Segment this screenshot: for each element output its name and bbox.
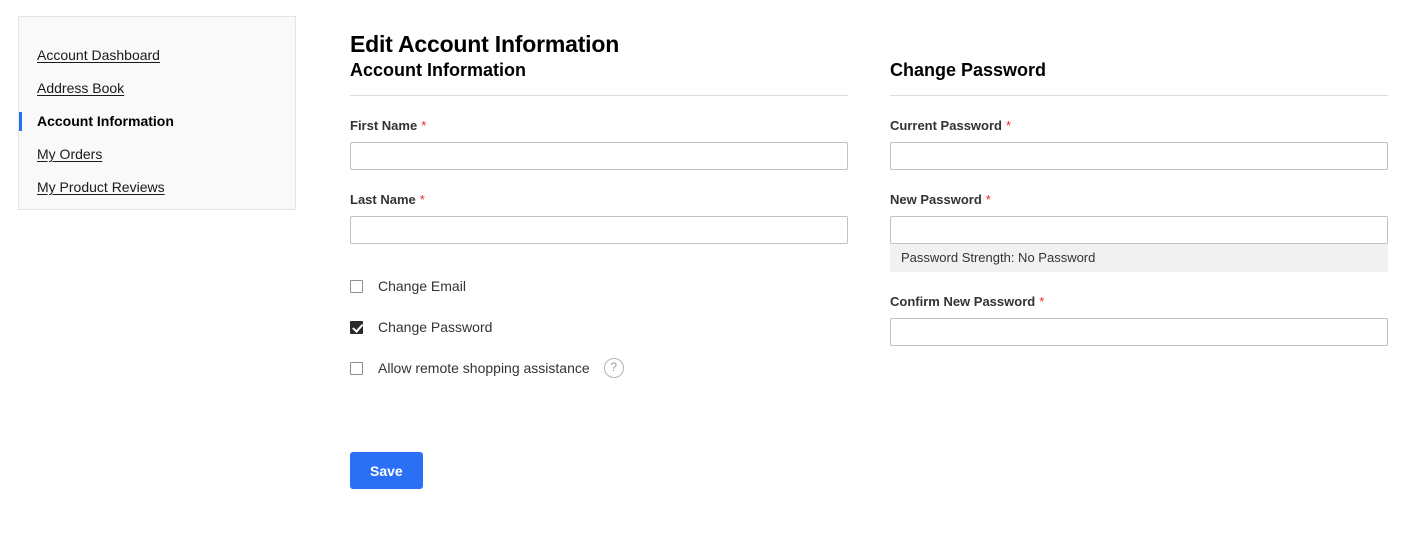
sidebar-item-my-product-reviews[interactable]: My Product Reviews bbox=[19, 171, 295, 204]
checkbox-row-change-password[interactable]: Change Password bbox=[350, 313, 848, 341]
current-password-label-text: Current Password bbox=[890, 118, 1002, 133]
sidebar-item-account-information[interactable]: Account Information bbox=[19, 105, 295, 138]
required-asterisk: * bbox=[1039, 294, 1045, 309]
last-name-label: Last Name * bbox=[350, 192, 848, 207]
required-asterisk: * bbox=[419, 192, 425, 207]
account-options-checkbox-group: Change Email Change Password Allow remot… bbox=[350, 272, 848, 382]
field-first-name: First Name * bbox=[350, 118, 848, 170]
sidebar-item-label[interactable]: Address Book bbox=[37, 80, 124, 96]
sidebar-item-address-book[interactable]: Address Book bbox=[19, 72, 295, 105]
first-name-label-text: First Name bbox=[350, 118, 418, 133]
new-password-label: New Password * bbox=[890, 192, 1388, 207]
field-current-password: Current Password * bbox=[890, 118, 1388, 170]
section-title-account-information: Account Information bbox=[350, 60, 848, 96]
field-confirm-new-password: Confirm New Password * bbox=[890, 294, 1388, 346]
sidebar-item-account-dashboard[interactable]: Account Dashboard bbox=[19, 39, 295, 72]
checkbox-row-allow-remote-shopping-assistance[interactable]: Allow remote shopping assistance ? bbox=[350, 354, 848, 382]
required-asterisk: * bbox=[985, 192, 991, 207]
last-name-label-text: Last Name bbox=[350, 192, 416, 207]
change-password-section: Change Password Current Password * New Pa… bbox=[890, 60, 1388, 346]
account-information-section: Account Information First Name * Last Nam… bbox=[350, 60, 848, 395]
last-name-input[interactable] bbox=[350, 216, 848, 244]
page-title: Edit Account Information bbox=[350, 31, 620, 58]
change-email-label[interactable]: Change Email bbox=[378, 278, 466, 294]
first-name-label: First Name * bbox=[350, 118, 848, 133]
section-title-change-password: Change Password bbox=[890, 60, 1388, 96]
required-asterisk: * bbox=[421, 118, 427, 133]
field-new-password: New Password * Password Strength: No Pass… bbox=[890, 192, 1388, 272]
sidebar-item-label[interactable]: Account Dashboard bbox=[37, 47, 160, 63]
checkbox-row-change-email[interactable]: Change Email bbox=[350, 272, 848, 300]
new-password-input[interactable] bbox=[890, 216, 1388, 244]
question-mark-icon[interactable]: ? bbox=[603, 358, 624, 378]
save-button[interactable]: Save bbox=[350, 452, 423, 489]
sidebar-item-label[interactable]: My Product Reviews bbox=[37, 179, 165, 195]
confirm-new-password-label: Confirm New Password * bbox=[890, 294, 1388, 309]
change-password-label[interactable]: Change Password bbox=[378, 319, 492, 335]
allow-remote-shopping-assistance-checkbox[interactable] bbox=[350, 361, 363, 375]
active-indicator-bar bbox=[19, 112, 22, 131]
required-asterisk: * bbox=[1005, 118, 1012, 133]
sidebar-list: Account Dashboard Address Book Account I… bbox=[19, 17, 295, 204]
field-last-name: Last Name * bbox=[350, 192, 848, 244]
current-password-input[interactable] bbox=[890, 142, 1388, 170]
account-sidebar: Account Dashboard Address Book Account I… bbox=[18, 16, 296, 210]
sidebar-item-label: Account Information bbox=[37, 113, 174, 129]
sidebar-item-my-orders[interactable]: My Orders bbox=[19, 138, 295, 171]
sidebar-item-label[interactable]: My Orders bbox=[37, 146, 102, 162]
change-password-checkbox[interactable] bbox=[350, 320, 363, 334]
allow-remote-shopping-assistance-label[interactable]: Allow remote shopping assistance bbox=[378, 360, 590, 376]
new-password-label-text: New Password bbox=[890, 192, 982, 207]
change-email-checkbox[interactable] bbox=[350, 279, 363, 293]
first-name-input[interactable] bbox=[350, 142, 848, 170]
password-strength-meter: Password Strength: No Password bbox=[890, 244, 1388, 272]
confirm-new-password-label-text: Confirm New Password bbox=[890, 294, 1036, 309]
confirm-new-password-input[interactable] bbox=[890, 318, 1388, 346]
current-password-label: Current Password * bbox=[890, 118, 1388, 133]
